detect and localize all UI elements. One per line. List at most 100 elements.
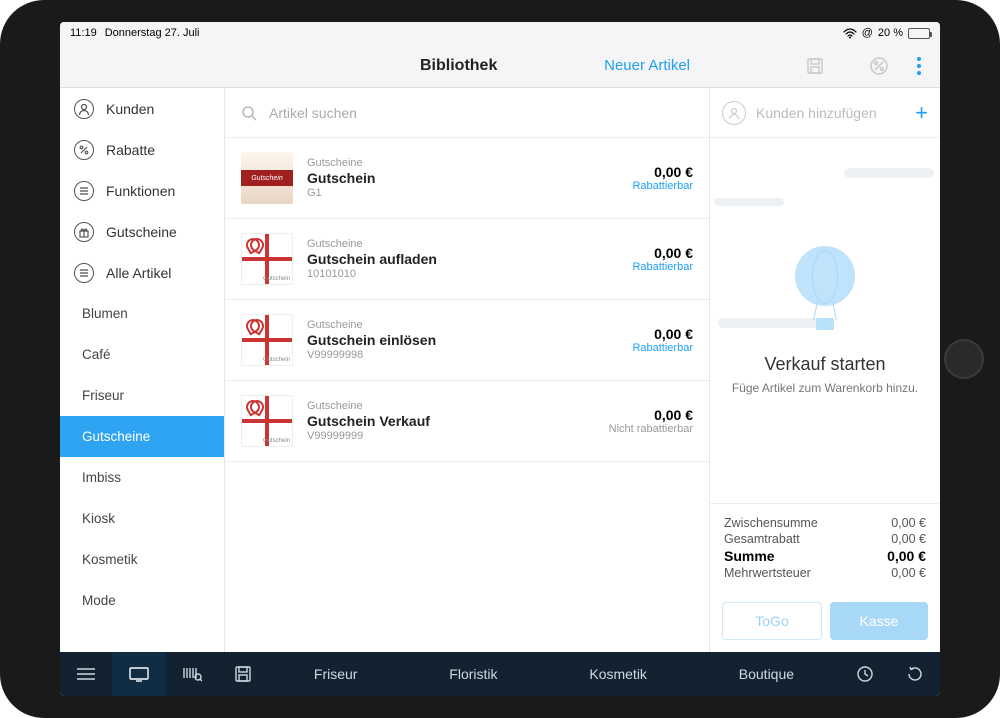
sidebar-item-label: Friseur bbox=[82, 388, 124, 403]
add-customer-label[interactable]: Kunden hinzufügen bbox=[756, 105, 877, 121]
sidebar-item-label: Funktionen bbox=[106, 183, 175, 199]
wifi-icon bbox=[843, 28, 857, 39]
sidebar-item-label: Kiosk bbox=[82, 511, 115, 526]
add-customer-button[interactable]: + bbox=[915, 100, 928, 126]
cart-empty-title: Verkauf starten bbox=[764, 354, 885, 375]
item-category: Gutscheine bbox=[307, 238, 618, 250]
item-category: Gutscheine bbox=[307, 319, 618, 331]
subtotal-label: Zwischensumme bbox=[724, 516, 818, 530]
sidebar-category-café[interactable]: Café bbox=[60, 334, 224, 375]
percent-icon bbox=[74, 140, 94, 160]
article-row[interactable]: Gutschein GutscheineGutschein einlösenV99… bbox=[225, 300, 709, 381]
item-name: Gutschein einlösen bbox=[307, 332, 618, 348]
gutschein-thumb: Gutschein bbox=[241, 395, 293, 447]
new-article-link[interactable]: Neuer Artikel bbox=[604, 57, 690, 74]
gift-icon bbox=[74, 222, 94, 242]
sidebar-category-kosmetik[interactable]: Kosmetik bbox=[60, 539, 224, 580]
list-icon bbox=[74, 181, 94, 201]
menu-icon[interactable] bbox=[60, 652, 112, 696]
article-row[interactable]: Gutschein GutscheineGutschein aufladen101… bbox=[225, 219, 709, 300]
sidebar-item-rabatte[interactable]: Rabatte bbox=[60, 129, 224, 170]
discount-label: Gesamtrabatt bbox=[724, 532, 800, 546]
gutschein-thumb: Gutschein bbox=[241, 314, 293, 366]
sidebar-item-label: Café bbox=[82, 347, 111, 362]
page-title: Bibliothek bbox=[420, 57, 620, 75]
sidebar-category-kiosk[interactable]: Kiosk bbox=[60, 498, 224, 539]
more-menu-icon[interactable] bbox=[908, 55, 930, 77]
balloon-illustration bbox=[793, 246, 857, 336]
orientation-lock-icon: @ bbox=[862, 27, 873, 39]
refresh-icon[interactable] bbox=[890, 652, 940, 696]
item-code: G1 bbox=[307, 187, 618, 199]
sidebar-item-label: Rabatte bbox=[106, 142, 155, 158]
sidebar-item-label: Kunden bbox=[106, 101, 154, 117]
sidebar-item-label: Gutscheine bbox=[82, 429, 150, 444]
item-discount-badge: Rabattierbar bbox=[632, 180, 693, 192]
barcode-icon[interactable] bbox=[166, 652, 218, 696]
item-code: V99999998 bbox=[307, 349, 618, 361]
battery-icon bbox=[908, 28, 930, 39]
vat-value: 0,00 € bbox=[891, 566, 926, 580]
sidebar-category-mode[interactable]: Mode bbox=[60, 580, 224, 621]
app-header: Bibliothek Neuer Artikel bbox=[60, 44, 940, 88]
main-panel: GutscheinGutscheineGutscheinG10,00 €Raba… bbox=[225, 88, 710, 652]
cart-panel: Kunden hinzufügen + Verkauf starten Füge… bbox=[710, 88, 940, 652]
sidebar-item-funktionen[interactable]: Funktionen bbox=[60, 170, 224, 211]
article-row[interactable]: GutscheinGutscheineGutscheinG10,00 €Raba… bbox=[225, 138, 709, 219]
totals: Zwischensumme 0,00 € Gesamtrabatt 0,00 € S… bbox=[710, 503, 940, 592]
search-input[interactable] bbox=[269, 105, 693, 121]
item-price: 0,00 € bbox=[632, 326, 693, 342]
sidebar-category-gutscheine[interactable]: Gutscheine bbox=[60, 416, 224, 457]
battery-percent: 20 % bbox=[878, 27, 903, 39]
sidebar-item-label: Imbiss bbox=[82, 470, 121, 485]
screen-icon[interactable] bbox=[112, 652, 166, 696]
kasse-button[interactable]: Kasse bbox=[830, 602, 928, 640]
item-name: Gutschein Verkauf bbox=[307, 413, 595, 429]
bottom-tab-friseur[interactable]: Friseur bbox=[298, 652, 374, 696]
vat-label: Mehrwertsteuer bbox=[724, 566, 811, 580]
sidebar-item-gutscheine[interactable]: Gutscheine bbox=[60, 211, 224, 252]
sum-value: 0,00 € bbox=[887, 548, 926, 564]
search-row bbox=[225, 88, 709, 138]
item-discount-badge: Rabattierbar bbox=[632, 261, 693, 273]
item-category: Gutscheine bbox=[307, 157, 618, 169]
clock-icon[interactable] bbox=[840, 652, 890, 696]
item-code: 10101010 bbox=[307, 268, 618, 280]
sidebar-category-friseur[interactable]: Friseur bbox=[60, 375, 224, 416]
percent-icon[interactable] bbox=[868, 55, 890, 77]
item-discount-badge: Rabattierbar bbox=[632, 342, 693, 354]
bottom-tab-kosmetik[interactable]: Kosmetik bbox=[573, 652, 663, 696]
discount-value: 0,00 € bbox=[891, 532, 926, 546]
home-button[interactable] bbox=[944, 339, 984, 379]
sidebar: Kunden Rabatte Funktionen Gutscheine Alle Ar… bbox=[60, 88, 225, 652]
item-price: 0,00 € bbox=[609, 407, 693, 423]
item-name: Gutschein aufladen bbox=[307, 251, 618, 267]
sidebar-item-kunden[interactable]: Kunden bbox=[60, 88, 224, 129]
bottom-tab-floristik[interactable]: Floristik bbox=[433, 652, 513, 696]
sidebar-item-label: Gutscheine bbox=[106, 224, 177, 240]
status-time: 11:19 bbox=[70, 27, 97, 39]
status-date: Donnerstag 27. Juli bbox=[105, 27, 200, 39]
sum-label: Summe bbox=[724, 548, 775, 564]
item-category: Gutscheine bbox=[307, 400, 595, 412]
cart-empty-subtitle: Füge Artikel zum Warenkorb hinzu. bbox=[732, 381, 918, 395]
sidebar-item-label: Alle Artikel bbox=[106, 265, 171, 281]
person-icon bbox=[74, 99, 94, 119]
sidebar-category-blumen[interactable]: Blumen bbox=[60, 293, 224, 334]
cart-empty-state: Verkauf starten Füge Artikel zum Warenko… bbox=[710, 138, 940, 503]
item-discount-badge: Nicht rabattierbar bbox=[609, 423, 693, 435]
gutschein-thumb: Gutschein bbox=[241, 233, 293, 285]
sidebar-category-imbiss[interactable]: Imbiss bbox=[60, 457, 224, 498]
item-name: Gutschein bbox=[307, 170, 618, 186]
save-icon[interactable] bbox=[804, 55, 826, 77]
status-bar: 11:19 Donnerstag 27. Juli @ 20 % bbox=[60, 22, 940, 44]
bottom-tab-boutique[interactable]: Boutique bbox=[723, 652, 810, 696]
customer-icon bbox=[722, 101, 746, 125]
bottom-bar: Friseur Floristik Kosmetik Boutique bbox=[60, 652, 940, 696]
sidebar-item-alle-artikel[interactable]: Alle Artikel bbox=[60, 252, 224, 293]
item-code: V99999999 bbox=[307, 430, 595, 442]
sidebar-item-label: Blumen bbox=[82, 306, 128, 321]
save-bottom-icon[interactable] bbox=[218, 652, 268, 696]
article-row[interactable]: Gutschein GutscheineGutschein VerkaufV999… bbox=[225, 381, 709, 462]
togo-button[interactable]: ToGo bbox=[722, 602, 822, 640]
